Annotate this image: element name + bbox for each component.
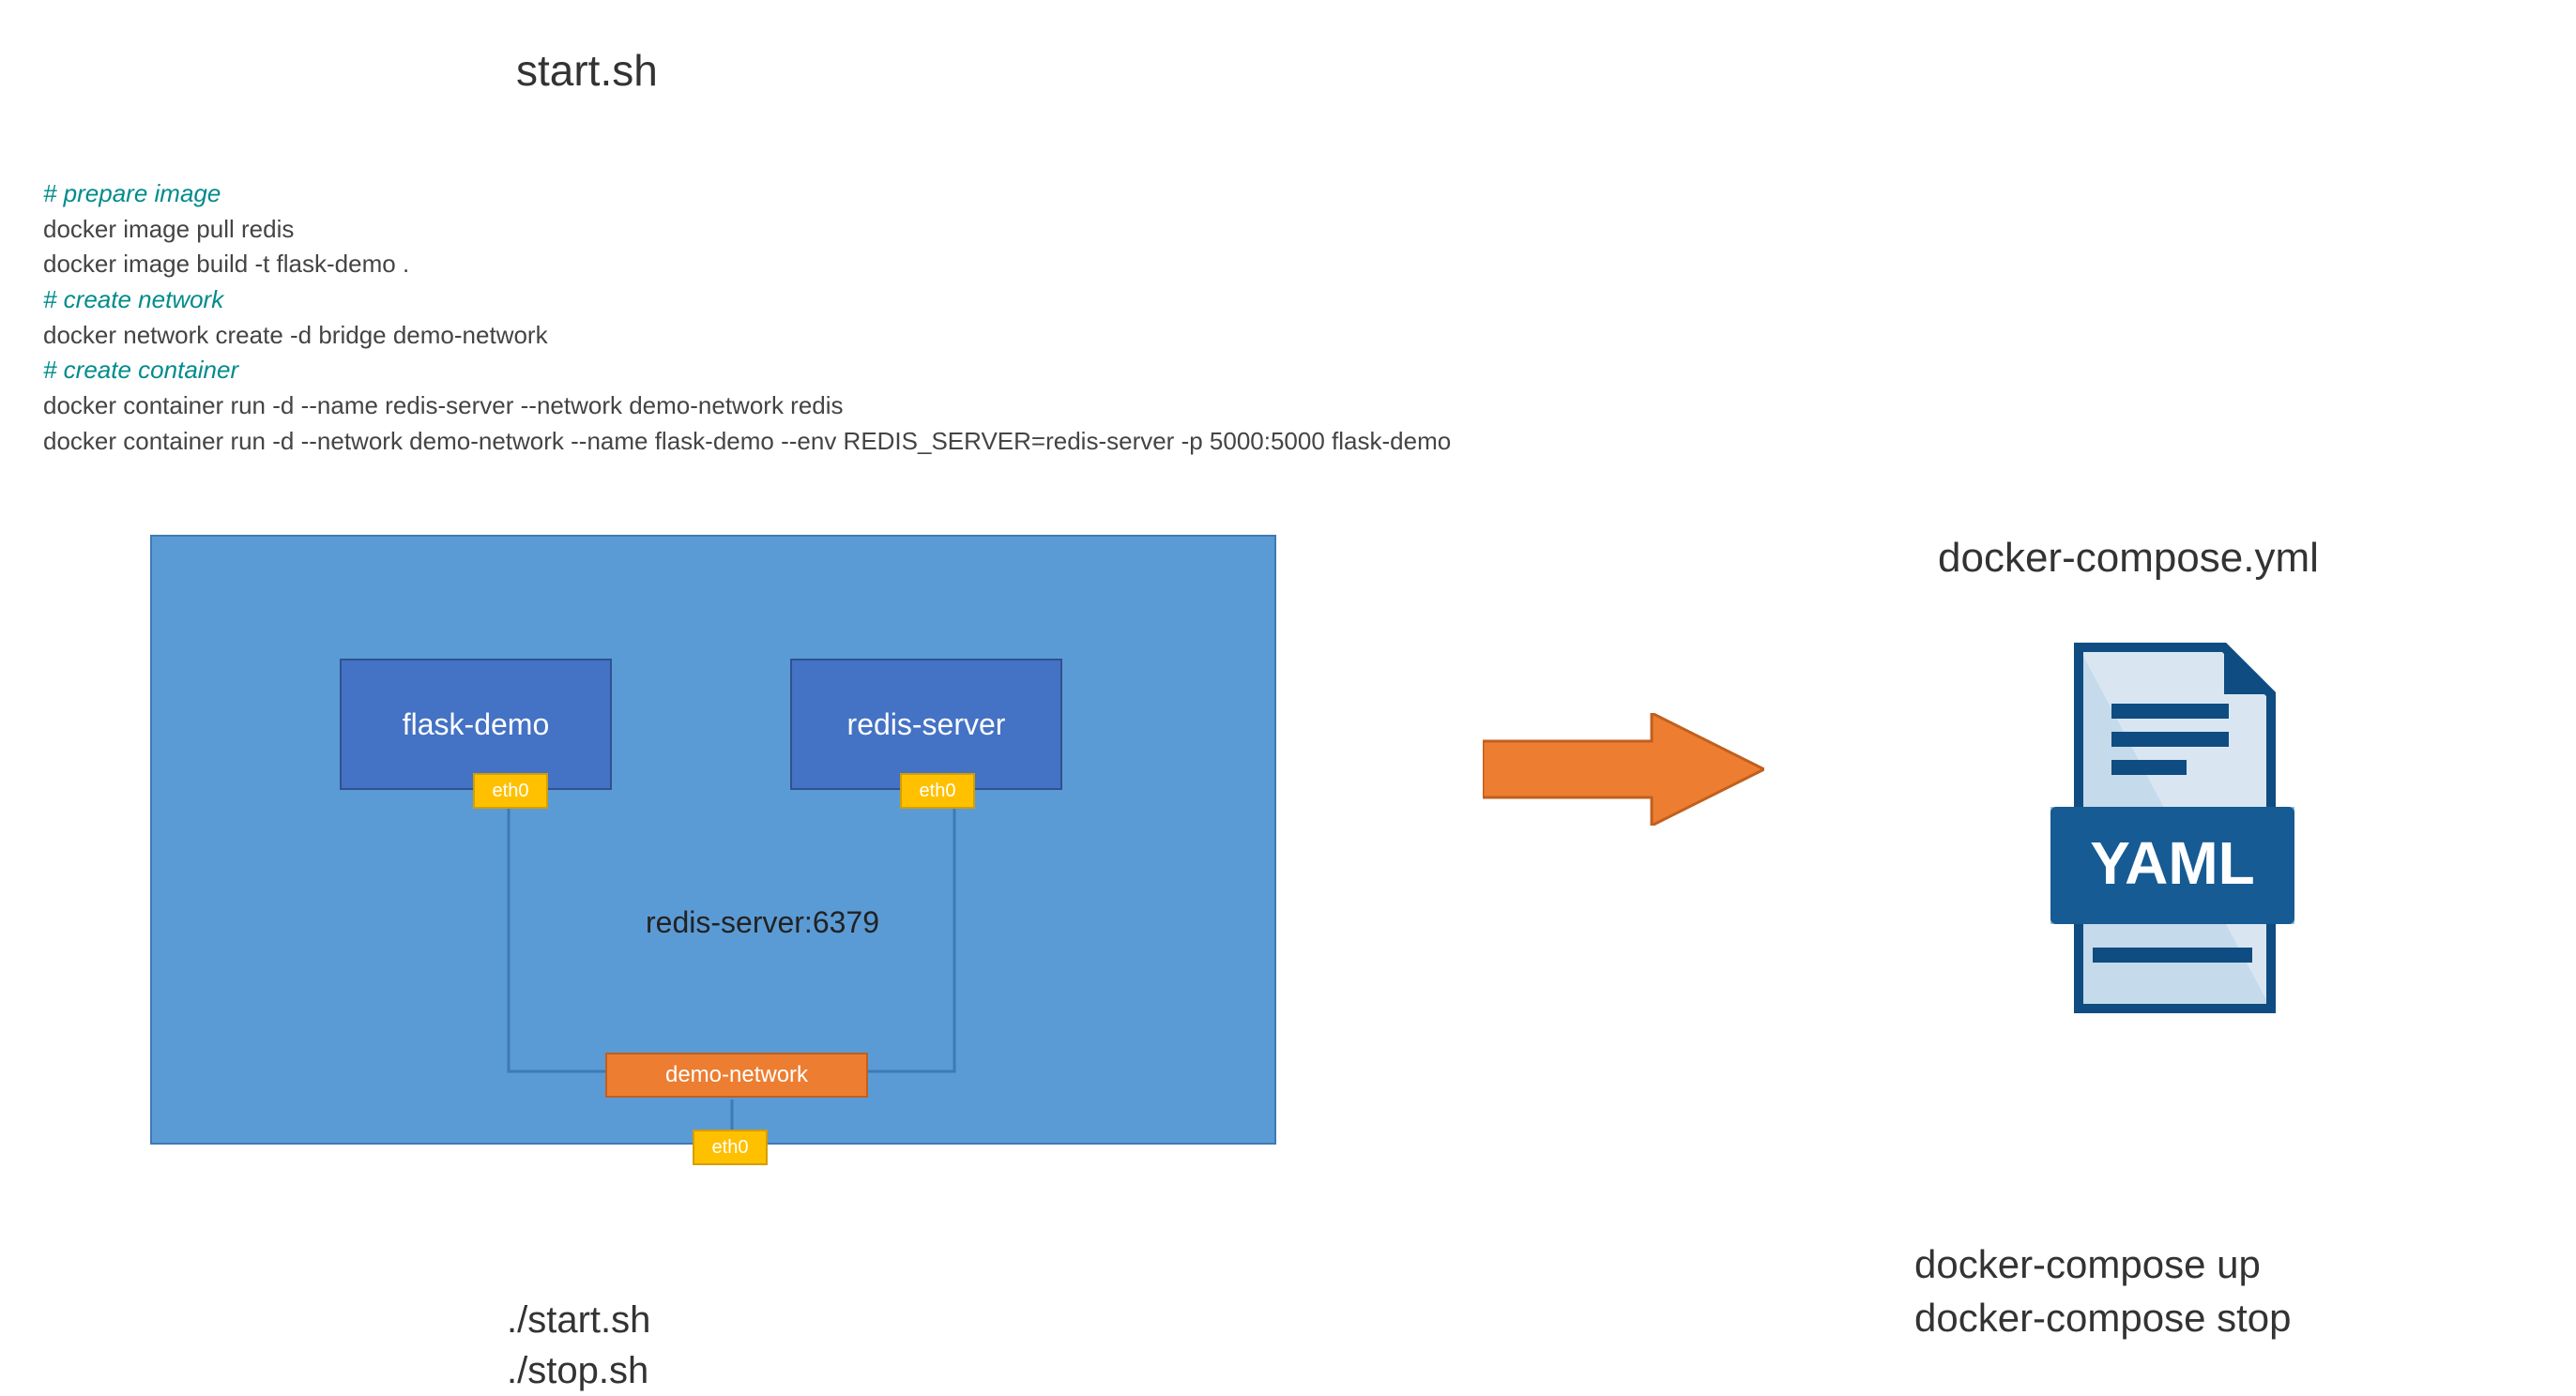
eth0-redis-label: eth0 — [920, 781, 956, 802]
container-redis-label: redis-server — [847, 707, 1006, 742]
yaml-file-icon: YAML — [2032, 610, 2304, 1060]
host-box: flask-demo eth0 redis-server eth0 redis-… — [150, 535, 1276, 1145]
script-comment-3: # create container — [43, 353, 1451, 388]
container-flask-label: flask-demo — [403, 707, 550, 742]
eth0-network-label: eth0 — [712, 1137, 749, 1159]
command-stop: ./stop.sh — [507, 1345, 650, 1396]
script-line-3: docker network create -d bridge demo-net… — [43, 318, 1451, 354]
container-flask-demo: flask-demo eth0 — [340, 659, 612, 790]
yaml-label: YAML — [2090, 829, 2254, 897]
script-line-1: docker image pull redis — [43, 212, 1451, 248]
script-line-4: docker container run -d --name redis-ser… — [43, 388, 1451, 424]
redis-port-label: redis-server:6379 — [646, 905, 879, 940]
arrow-icon — [1483, 713, 1764, 826]
commands-left: ./start.sh ./stop.sh — [507, 1295, 650, 1396]
compose-title: docker-compose.yml — [1938, 535, 2319, 582]
script-line-2: docker image build -t flask-demo . — [43, 247, 1451, 282]
eth0-network: eth0 — [693, 1130, 768, 1165]
eth0-flask-label: eth0 — [493, 781, 529, 802]
network-box: demo-network — [605, 1053, 868, 1098]
command-compose-stop: docker-compose stop — [1914, 1292, 2292, 1345]
command-compose-up: docker-compose up — [1914, 1238, 2292, 1292]
eth0-redis: eth0 — [900, 773, 975, 809]
network-label: demo-network — [665, 1062, 808, 1088]
eth0-flask: eth0 — [473, 773, 548, 809]
commands-right: docker-compose up docker-compose stop — [1914, 1238, 2292, 1344]
script-comment-2: # create network — [43, 282, 1451, 318]
script-title: start.sh — [516, 45, 658, 96]
command-start: ./start.sh — [507, 1295, 650, 1345]
script-block: # prepare image docker image pull redis … — [43, 176, 1451, 460]
container-redis-server: redis-server eth0 — [790, 659, 1062, 790]
script-comment-1: # prepare image — [43, 176, 1451, 212]
script-line-5: docker container run -d --network demo-n… — [43, 424, 1451, 460]
